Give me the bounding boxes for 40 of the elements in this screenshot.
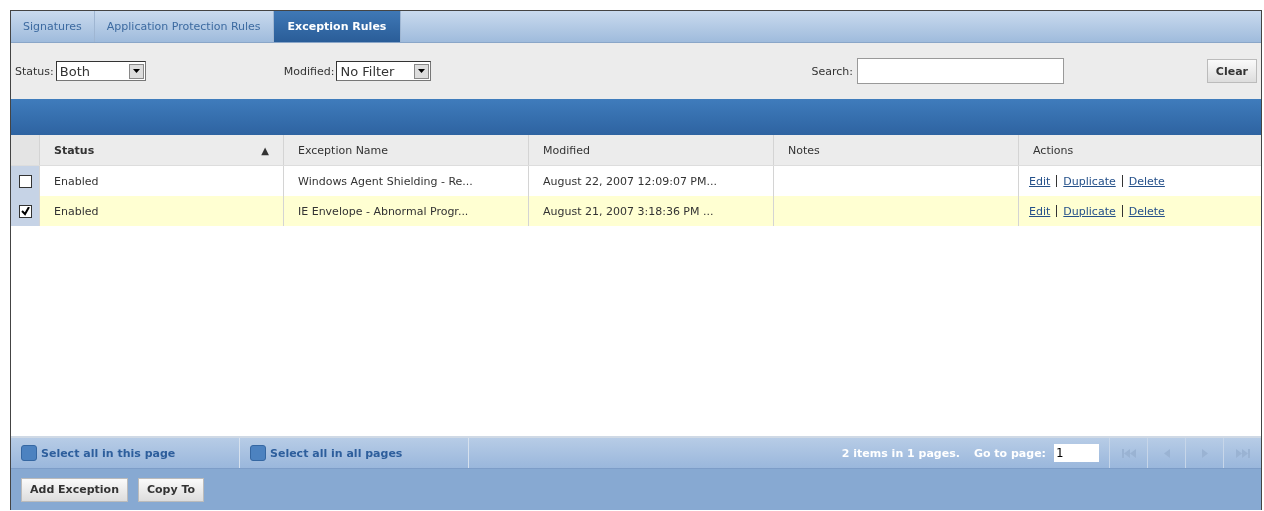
items-summary: 2 items in 1 pages. xyxy=(841,446,960,460)
table-cell: Windows Agent Shielding - Re... xyxy=(298,174,473,188)
table-cell: August 22, 2007 12:09:07 PM... xyxy=(543,174,717,188)
status-label: Status: xyxy=(15,64,54,78)
column-header[interactable]: Status ▲ xyxy=(39,135,283,165)
checkbox[interactable] xyxy=(21,445,37,461)
status-dropdown[interactable]: Both xyxy=(55,61,146,81)
row-checkbox[interactable] xyxy=(18,174,32,188)
caret-icon xyxy=(128,63,144,79)
column-header[interactable]: Modified xyxy=(528,135,773,165)
table-cell: Enabled xyxy=(54,204,99,218)
search-field[interactable] xyxy=(856,58,1064,84)
action-link[interactable]: Edit xyxy=(1029,174,1051,188)
select-all-link[interactable]: Select all in all pages xyxy=(270,446,403,460)
column-header[interactable]: Exception Name xyxy=(283,135,528,165)
sort-arrow: ▲ xyxy=(261,144,269,156)
column-header[interactable]: Actions xyxy=(1018,135,1261,165)
tab[interactable]: Exception Rules xyxy=(273,11,402,42)
action-link[interactable]: Delete xyxy=(1128,174,1165,188)
clear-button[interactable]: Clear xyxy=(1206,59,1257,83)
action-link[interactable]: Duplicate xyxy=(1063,174,1116,188)
action-link[interactable]: Duplicate xyxy=(1063,204,1116,218)
goto-label: Go to page: xyxy=(973,446,1046,460)
modified-label: Modified: xyxy=(283,64,335,78)
action-button[interactable]: Add Exception xyxy=(21,477,128,502)
modified-dropdown[interactable]: No Filter xyxy=(336,61,432,81)
table-row[interactable]: Enabled IE Envelope - Abnormal Progr... August 21, 2007 3:18:36 PM ... Edit Duplicate Delete xyxy=(11,196,1261,226)
select-page-link[interactable]: Select all in this page xyxy=(41,446,176,460)
caret-icon xyxy=(414,63,430,79)
page-field[interactable]: 1 xyxy=(1054,444,1099,462)
row-checkbox[interactable] xyxy=(18,204,32,218)
checkbox[interactable] xyxy=(250,445,266,461)
search-label: Search: xyxy=(811,64,853,78)
action-link[interactable]: Delete xyxy=(1128,204,1165,218)
action-link[interactable]: Edit xyxy=(1029,204,1051,218)
column-header[interactable]: Notes xyxy=(773,135,1018,165)
action-button[interactable]: Copy To xyxy=(138,477,205,502)
table-cell: Enabled xyxy=(54,174,99,188)
table-cell: IE Envelope - Abnormal Progr... xyxy=(298,204,469,218)
table-cell: August 21, 2007 3:18:36 PM ... xyxy=(543,204,714,218)
